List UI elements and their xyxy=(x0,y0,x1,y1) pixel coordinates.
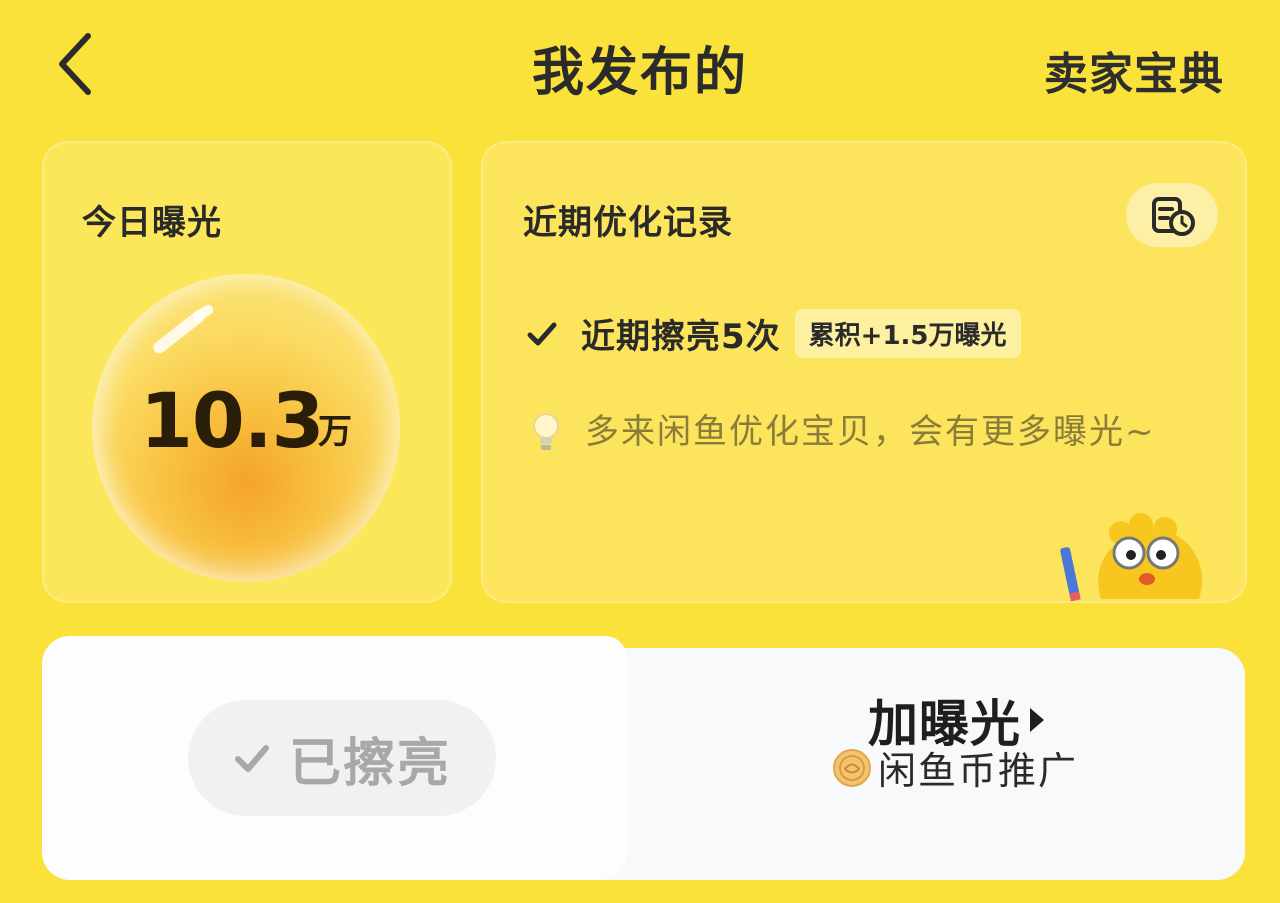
lightbulb-icon xyxy=(533,413,559,450)
polish-count-text: 近期擦亮5次 xyxy=(581,317,781,357)
exposure-value: 10.3 xyxy=(140,376,325,465)
polish-panel: 已擦亮 xyxy=(42,636,627,880)
exposure-unit: 万 xyxy=(318,412,352,452)
coin-promotion[interactable]: 闲鱼币推广 xyxy=(832,740,1078,795)
back-arrow-icon[interactable] xyxy=(48,28,104,100)
optimization-tip: 多来闲鱼优化宝贝，会有更多曝光~ xyxy=(585,412,1156,452)
today-exposure-card[interactable]: 今日曝光 10.3 万 xyxy=(42,141,452,603)
top-navigation-bar: 我发布的 卖家宝典 xyxy=(0,0,1280,135)
today-exposure-label: 今日曝光 xyxy=(82,203,222,243)
checkmark-icon xyxy=(234,745,269,772)
history-record-icon xyxy=(1152,197,1195,236)
accumulated-exposure-tag: 累积+1.5万曝光 xyxy=(794,309,1021,358)
recent-optimization-title: 近期优化记录 xyxy=(523,203,733,243)
page-title: 我发布的 xyxy=(531,43,748,103)
seller-guide-link[interactable]: 卖家宝典 xyxy=(1044,38,1224,102)
history-button[interactable] xyxy=(1126,183,1218,247)
checkmark-icon xyxy=(527,322,557,345)
mascot-icon xyxy=(1060,513,1203,602)
polish-record-row: 近期擦亮5次 累积+1.5万曝光 xyxy=(525,309,1021,358)
exposure-bubble: 10.3 万 xyxy=(92,274,400,582)
play-arrow-icon xyxy=(1030,708,1044,732)
polished-button[interactable]: 已擦亮 xyxy=(188,700,496,816)
polished-label: 已擦亮 xyxy=(288,733,451,794)
recent-optimization-card[interactable]: 近期优化记录 近期擦亮5次 累积+1.5万曝光 多来闲鱼优化宝贝，会有更多曝光~ xyxy=(481,141,1247,603)
coin-promotion-label: 闲鱼币推广 xyxy=(878,749,1079,793)
coin-icon xyxy=(833,748,871,787)
